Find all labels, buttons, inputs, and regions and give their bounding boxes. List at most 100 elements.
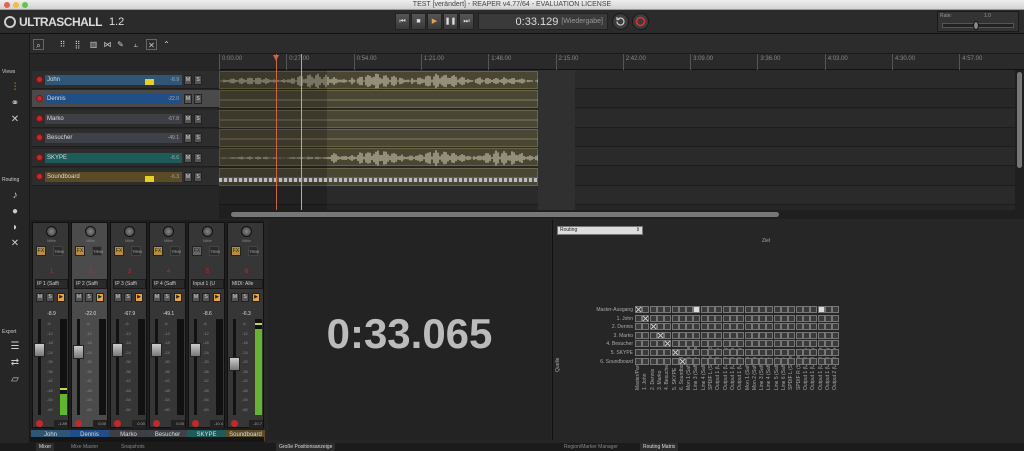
fader-handle[interactable] (73, 345, 84, 359)
routing-cell[interactable] (723, 315, 730, 322)
horizontal-scrollbar[interactable] (219, 210, 1024, 219)
routing-cell[interactable] (686, 332, 693, 339)
routing-cell[interactable] (810, 306, 817, 313)
chapters-export-icon[interactable]: ☰ (9, 341, 21, 352)
routing-cell[interactable] (774, 315, 781, 322)
tab-region-marker-manager[interactable]: Region/Marker Manager (561, 443, 621, 451)
pan-knob[interactable] (85, 226, 96, 237)
pan-knob[interactable] (46, 226, 57, 237)
mute-button[interactable]: M (184, 114, 192, 124)
routing-cell[interactable] (781, 332, 788, 339)
routing-cell[interactable] (781, 315, 788, 322)
routing-cell[interactable] (635, 306, 642, 313)
routing-cell[interactable] (745, 349, 752, 356)
routing-cell[interactable] (752, 340, 759, 347)
stop-button[interactable]: ■ (411, 13, 426, 30)
routing-cell[interactable] (759, 358, 766, 365)
pan-knob[interactable] (241, 226, 252, 237)
chevron-up-icon[interactable]: ⌃ (161, 39, 172, 50)
routing-cell[interactable] (832, 349, 839, 356)
routing-cell[interactable] (796, 306, 803, 313)
tab-position-display[interactable]: Große Positionsanzeige (276, 443, 335, 451)
routing-cell[interactable] (781, 349, 788, 356)
fx-button[interactable]: FX (153, 246, 163, 256)
record-arm-icon[interactable] (36, 420, 43, 427)
routing-cell[interactable] (796, 340, 803, 347)
routing-cell[interactable] (759, 349, 766, 356)
trim-button[interactable]: TRIM (92, 246, 102, 256)
fx-button[interactable]: FX (192, 246, 202, 256)
routing-cell[interactable] (818, 340, 825, 347)
routing-cell[interactable] (650, 332, 657, 339)
fader-handle[interactable] (229, 357, 240, 371)
routing-cell[interactable] (759, 332, 766, 339)
tab-snapshots[interactable]: Snapshots (118, 443, 148, 451)
routing-cell[interactable] (788, 332, 795, 339)
routing-cell[interactable] (664, 323, 671, 330)
render-export-icon[interactable]: ⇄ (9, 357, 21, 368)
close-window-icon[interactable] (4, 2, 10, 8)
routing-cell[interactable] (679, 315, 686, 322)
arrange-view[interactable] (219, 70, 1015, 210)
routing-cell[interactable] (803, 323, 810, 330)
pan-knob[interactable] (124, 226, 135, 237)
routing-cell[interactable] (796, 315, 803, 322)
routing-cell[interactable] (759, 315, 766, 322)
routing-cell[interactable] (832, 323, 839, 330)
routing-cell[interactable] (766, 332, 773, 339)
tab-mixer[interactable]: Mixer (36, 443, 54, 451)
routing-cell[interactable] (766, 315, 773, 322)
routing-cell[interactable] (766, 306, 773, 313)
solo-button[interactable]: S (163, 293, 171, 302)
close-routing-icon[interactable]: ✕ (9, 238, 21, 249)
routing-cell[interactable] (737, 332, 744, 339)
mute-button[interactable]: M (75, 293, 83, 302)
routing-cell[interactable] (745, 358, 752, 365)
input-select[interactable]: IP 2 (Saffi (74, 279, 107, 289)
routing-cell[interactable] (818, 323, 825, 330)
pan-knob[interactable] (163, 226, 174, 237)
headphones-icon[interactable]: ◗ (9, 222, 21, 233)
routing-cell[interactable] (657, 315, 664, 322)
routing-cell[interactable] (803, 340, 810, 347)
routing-cell[interactable] (752, 323, 759, 330)
routing-cell[interactable] (832, 315, 839, 322)
solo-button[interactable]: S (124, 293, 132, 302)
routing-cell[interactable] (686, 340, 693, 347)
routing-cell[interactable] (679, 306, 686, 313)
record-arm-icon[interactable] (36, 95, 43, 102)
routing-cell[interactable] (635, 358, 642, 365)
mute-button[interactable]: M (184, 94, 192, 104)
routing-cell[interactable] (693, 306, 700, 313)
routing-cell[interactable] (766, 349, 773, 356)
routing-cell[interactable] (679, 358, 686, 365)
go-to-start-button[interactable]: ⏮ (395, 13, 410, 30)
routing-cell[interactable] (810, 315, 817, 322)
routing-cell[interactable] (723, 323, 730, 330)
close-view-icon[interactable]: ✕ (9, 114, 21, 125)
routing-cell[interactable] (774, 332, 781, 339)
routing-cell[interactable] (642, 306, 649, 313)
record-arm-icon[interactable] (36, 173, 43, 180)
track-name[interactable]: Marko -67.8 (45, 114, 182, 124)
routing-cell[interactable] (708, 340, 715, 347)
routing-cell[interactable] (657, 340, 664, 347)
track-name[interactable]: Dennis -22.0 (45, 94, 182, 104)
routing-cell[interactable] (759, 340, 766, 347)
routing-cell[interactable] (715, 306, 722, 313)
solo-button[interactable]: S (194, 94, 202, 104)
microphone-icon[interactable]: ● (9, 206, 21, 217)
routing-cell[interactable] (664, 332, 671, 339)
volume-fader[interactable] (38, 319, 41, 415)
routing-cell[interactable] (715, 323, 722, 330)
mute-button[interactable]: M (184, 153, 192, 163)
routing-cell[interactable] (650, 349, 657, 356)
minimize-window-icon[interactable] (13, 2, 19, 8)
routing-cell[interactable] (657, 332, 664, 339)
fader-handle[interactable] (112, 343, 123, 357)
routing-cell[interactable] (650, 306, 657, 313)
routing-cell[interactable] (745, 323, 752, 330)
track-name[interactable]: John -8.9 (45, 75, 182, 85)
routing-cell[interactable] (693, 340, 700, 347)
routing-cell[interactable] (657, 358, 664, 365)
